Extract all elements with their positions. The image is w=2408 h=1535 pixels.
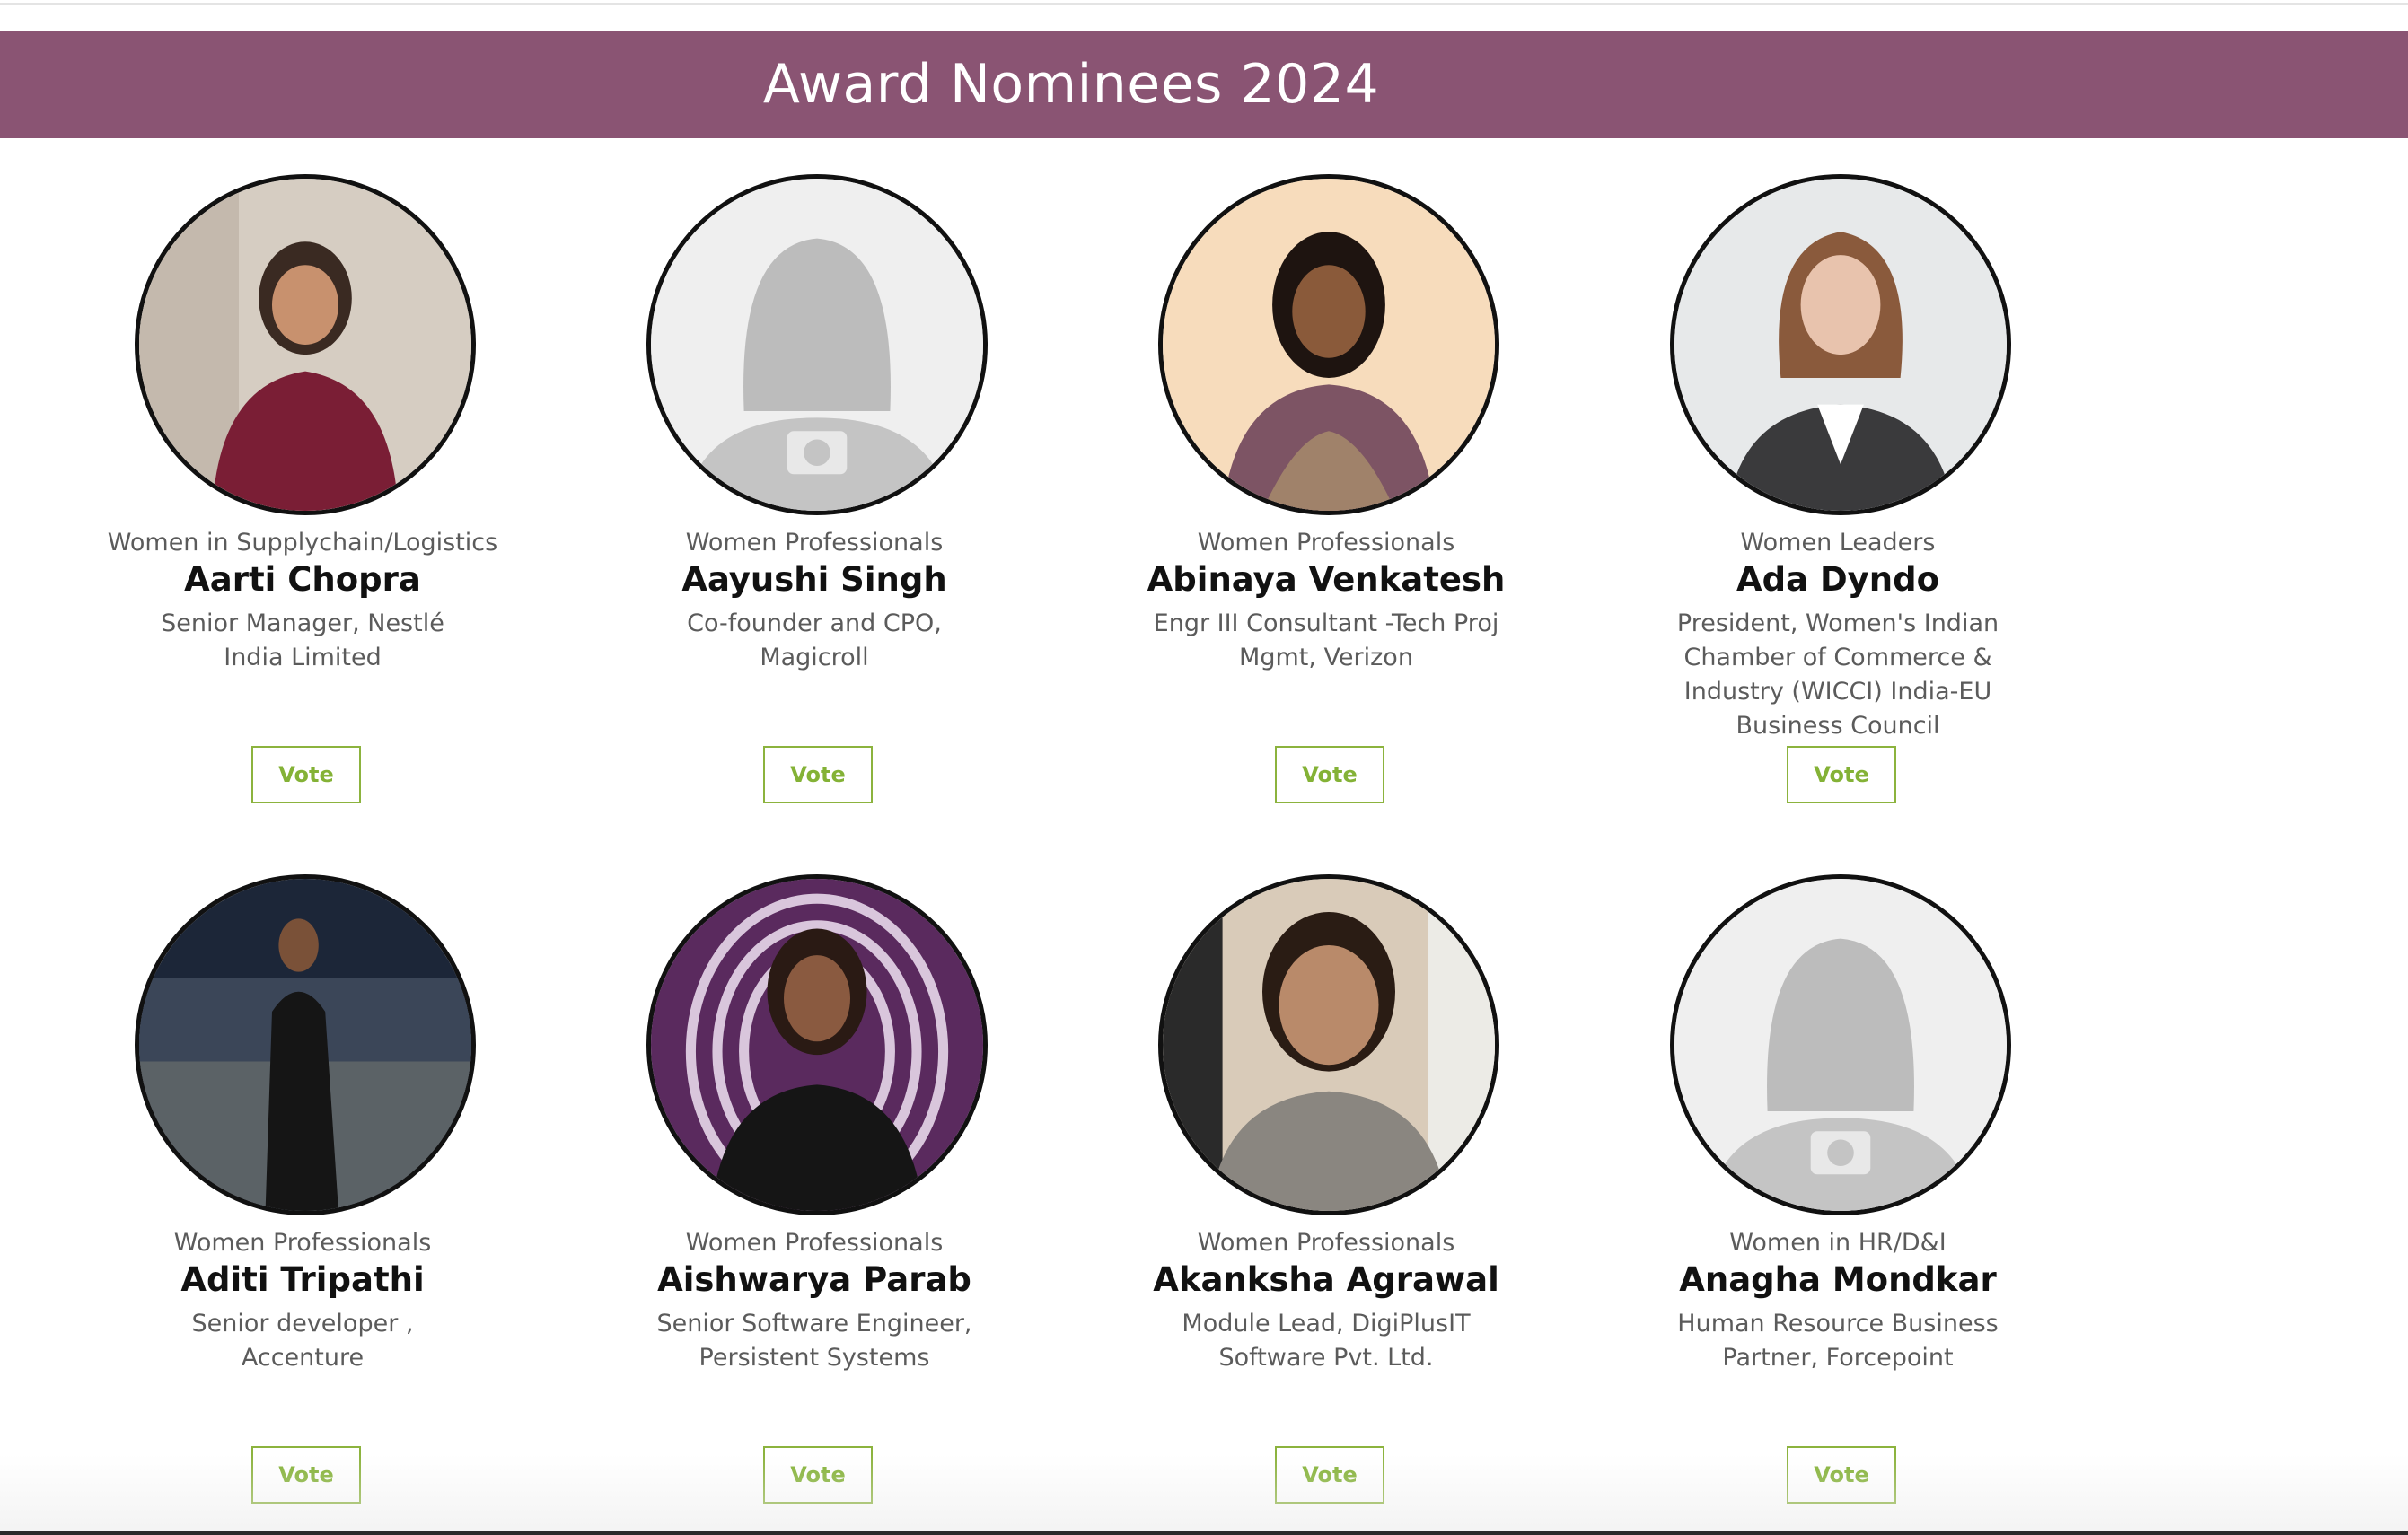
nominee-category: Women in HR/D&I [1729,1229,1947,1257]
nominee-name: Anagha Mondkar [1679,1260,1997,1299]
nominee-category: Women Professionals [1197,1229,1455,1257]
nominee-title: Senior Software Engineer, Persistent Sys… [656,1310,972,1372]
nominee-name: Aditi Tripathi [180,1260,425,1299]
placeholder-avatar-icon [646,174,988,515]
nominee-photo [646,874,988,1215]
bottom-divider [0,1531,2408,1535]
nominee-name: Akanksha Agrawal [1153,1260,1499,1299]
nominee-card: Women Leaders Ada Dyndo President, Women… [1582,174,2094,874]
nominee-category: Women Professionals [685,1229,944,1257]
nominee-card: Women Professionals Aayushi Singh Co-fou… [558,174,1070,874]
page-banner: Award Nominees 2024 [0,31,2408,138]
nominee-card: Women Professionals Aditi Tripathi Senio… [47,874,558,1535]
nominee-name: Aarti Chopra [184,560,421,599]
vote-button[interactable]: Vote [1787,746,1896,803]
nominee-title: Human Resource Business Partner, Forcepo… [1677,1310,1999,1372]
nominee-card: Women in HR/D&I Anagha Mondkar Human Res… [1582,874,2094,1535]
nominee-card: Women Professionals Akanksha Agrawal Mod… [1070,874,1582,1535]
nominee-title: Senior developer , Accenture [191,1310,414,1372]
nominee-photo [135,174,476,515]
vote-button[interactable]: Vote [763,1446,873,1504]
nominee-name: Aayushi Singh [681,560,947,599]
nominee-category: Women Leaders [1740,529,1936,557]
placeholder-avatar-icon [1670,874,2011,1215]
nominee-card: Women in Supplychain/Logistics Aarti Cho… [47,174,558,874]
nominee-title: President, Women's Indian Chamber of Com… [1676,610,1999,740]
nominee-title: Module Lead, DigiPlusIT Software Pvt. Lt… [1182,1310,1471,1372]
page-title: Award Nominees 2024 [762,53,1380,116]
vote-button[interactable]: Vote [763,746,873,803]
nominee-title: Senior Manager, Nestlé India Limited [161,610,444,671]
nominee-name: Ada Dyndo [1736,560,1940,599]
nominee-category: Women Professionals [1197,529,1455,557]
nominee-photo [135,874,476,1215]
vote-button[interactable]: Vote [1275,746,1384,803]
nominee-title: Engr III Consultant -Tech Proj Mgmt, Ver… [1153,610,1499,671]
nominee-card: Women Professionals Aishwarya Parab Seni… [558,874,1070,1535]
vote-button[interactable]: Vote [251,746,361,803]
vote-button[interactable]: Vote [251,1446,361,1504]
nominee-category: Women Professionals [685,529,944,557]
nominee-category: Women Professionals [173,1229,432,1257]
nominee-photo [1158,874,1499,1215]
nominee-name: Aishwarya Parab [657,1260,971,1299]
vote-button[interactable]: Vote [1275,1446,1384,1504]
top-divider [0,0,2408,5]
nominee-photo [1670,174,2011,515]
nominee-title: Co-founder and CPO, Magicroll [687,610,942,671]
nominee-photo [1158,174,1499,515]
vote-button[interactable]: Vote [1787,1446,1896,1504]
nominee-category: Women in Supplychain/Logistics [107,529,498,557]
nominee-card: Women Professionals Abinaya Venkatesh En… [1070,174,1582,874]
nominee-name: Abinaya Venkatesh [1147,560,1506,599]
